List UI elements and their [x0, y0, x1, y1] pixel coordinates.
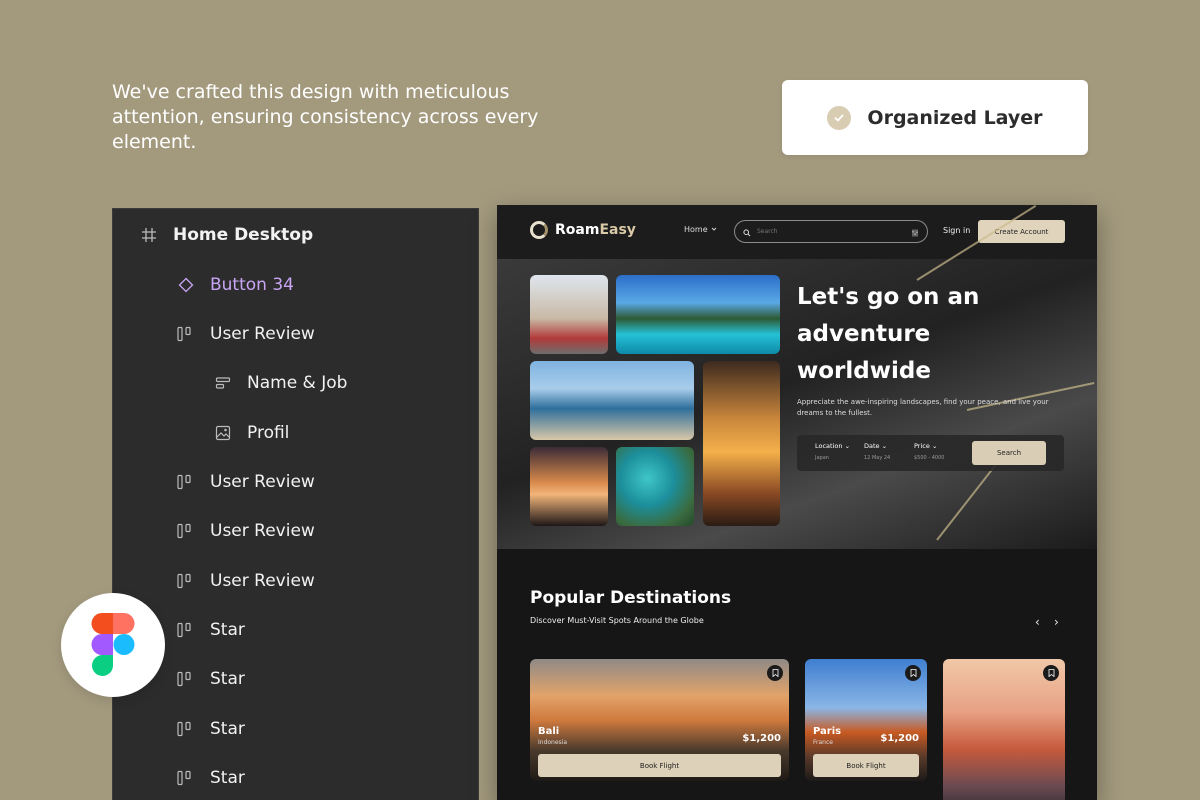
layer-user-review[interactable]: User Review — [176, 517, 315, 545]
hero-section: Let's go on an adventure worldwide Appre… — [497, 205, 1097, 549]
bookmark-icon[interactable] — [1043, 665, 1059, 681]
layers-panel: Home Desktop Button 34 User Review Name … — [112, 208, 479, 800]
auto-layout-icon — [176, 669, 196, 689]
chevron-down-icon: ⌄ — [881, 442, 888, 450]
hero-title: Let's go on an adventure worldwide — [797, 284, 980, 384]
frame-icon — [139, 225, 159, 245]
destination-name: Bali — [538, 726, 560, 737]
auto-layout-icon — [176, 324, 196, 344]
site-navbar: RoamEasy Home Sign in Create Account — [497, 205, 1097, 259]
badge-label: Organized Layer — [867, 106, 1043, 129]
layer-name-job[interactable]: Name & Job — [213, 369, 347, 397]
site-search-input[interactable] — [757, 228, 905, 235]
organized-layer-badge: Organized Layer — [782, 80, 1088, 155]
text-layout-icon — [213, 373, 233, 393]
layer-label: Profil — [247, 423, 290, 443]
filter-icon[interactable] — [911, 222, 919, 241]
location-label: Location — [815, 442, 843, 450]
layer-user-review[interactable]: User Review — [176, 567, 315, 595]
auto-layout-icon — [176, 472, 196, 492]
search-icon — [743, 222, 751, 241]
book-flight-button[interactable]: Book Flight — [813, 754, 919, 777]
price-field[interactable]: Price ⌄ $500 - 4000 — [914, 442, 944, 461]
layer-label: User Review — [210, 324, 315, 344]
auto-layout-icon — [176, 521, 196, 541]
layer-user-review[interactable]: User Review — [176, 468, 315, 496]
chevron-down-icon: ⌄ — [844, 442, 851, 450]
logo-text: RoamEasy — [555, 222, 636, 238]
destination-card[interactable]: Bali Indonesia $1,200 Book Flight — [530, 659, 789, 781]
layer-button-34[interactable]: Button 34 — [176, 271, 294, 299]
layer-star[interactable]: Star — [176, 665, 245, 693]
layer-label: User Review — [210, 472, 315, 492]
layer-label: Name & Job — [247, 373, 348, 393]
chevron-down-icon — [711, 225, 717, 234]
booking-search-button[interactable]: Search — [972, 441, 1046, 465]
layer-label: Star — [210, 768, 245, 788]
nav-home-label: Home — [684, 225, 708, 234]
auto-layout-icon — [176, 719, 196, 739]
image-icon — [213, 423, 233, 443]
auto-layout-icon — [176, 768, 196, 788]
site-logo[interactable]: RoamEasy — [530, 221, 636, 239]
bookmark-icon[interactable] — [767, 665, 783, 681]
destination-price: $1,200 — [742, 733, 781, 744]
date-value: 12 May 24 — [864, 455, 891, 461]
temple-photo — [703, 361, 780, 526]
booking-bar: Location ⌄ Japan Date ⌄ 12 May 24 Price … — [797, 435, 1064, 471]
bookmark-icon[interactable] — [905, 665, 921, 681]
component-icon — [176, 275, 196, 295]
layer-user-review[interactable]: User Review — [176, 320, 315, 348]
figma-icon — [91, 613, 135, 676]
website-mockup: RoamEasy Home Sign in Create Account — [497, 205, 1097, 800]
coast-traveler-photo — [530, 361, 694, 440]
destination-country: Indonesia — [538, 739, 568, 746]
lagoon-pool-photo — [616, 447, 694, 526]
destination-card[interactable]: Paris France $1,200 Book Flight — [805, 659, 927, 781]
layer-home-desktop[interactable]: Home Desktop — [139, 221, 313, 249]
location-value: Japan — [815, 455, 829, 461]
layer-label: Star — [210, 719, 245, 739]
nav-home-menu[interactable]: Home — [684, 225, 717, 234]
layer-profil[interactable]: Profil — [213, 419, 289, 447]
layer-star[interactable]: Star — [176, 616, 245, 644]
chevron-right-icon[interactable]: › — [1054, 615, 1059, 629]
site-search-bar — [734, 220, 928, 243]
chevron-left-icon[interactable]: ‹ — [1035, 615, 1040, 629]
destination-country: France — [813, 739, 833, 746]
popular-destinations-subtitle: Discover Must-Visit Spots Around the Glo… — [530, 616, 704, 625]
intro-text: We've crafted this design with meticulou… — [112, 81, 539, 153]
location-field[interactable]: Location ⌄ Japan — [815, 442, 850, 461]
price-label: Price — [914, 442, 930, 450]
resort-pool-photo — [616, 275, 780, 354]
book-flight-button[interactable]: Book Flight — [538, 754, 781, 777]
layer-label: User Review — [210, 571, 315, 591]
layer-star[interactable]: Star — [176, 764, 245, 792]
traveler-photo — [530, 275, 608, 354]
date-field[interactable]: Date ⌄ 12 May 24 — [864, 442, 890, 461]
popular-destinations-title: Popular Destinations — [530, 588, 732, 608]
sign-in-link[interactable]: Sign in — [943, 226, 970, 235]
figma-logo — [61, 593, 165, 697]
date-label: Date — [864, 442, 880, 450]
destination-price: $1,200 — [880, 733, 919, 744]
layer-label: Star — [210, 620, 245, 640]
logo-icon — [530, 221, 548, 239]
hero-subtitle: Appreciate the awe-inspiring landscapes,… — [797, 398, 1049, 417]
layer-label: Home Desktop — [173, 225, 314, 245]
check-icon — [827, 105, 852, 130]
chevron-down-icon: ⌄ — [931, 442, 938, 450]
auto-layout-icon — [176, 571, 196, 591]
destination-name: Paris — [813, 726, 842, 737]
layer-label: User Review — [210, 521, 315, 541]
layer-label: Button 34 — [210, 275, 294, 295]
sunset-palms-photo — [530, 447, 608, 526]
destination-card[interactable] — [943, 659, 1065, 800]
auto-layout-icon — [176, 620, 196, 640]
layer-star[interactable]: Star — [176, 715, 245, 743]
layer-label: Star — [210, 669, 245, 689]
price-value: $500 - 4000 — [914, 455, 945, 461]
